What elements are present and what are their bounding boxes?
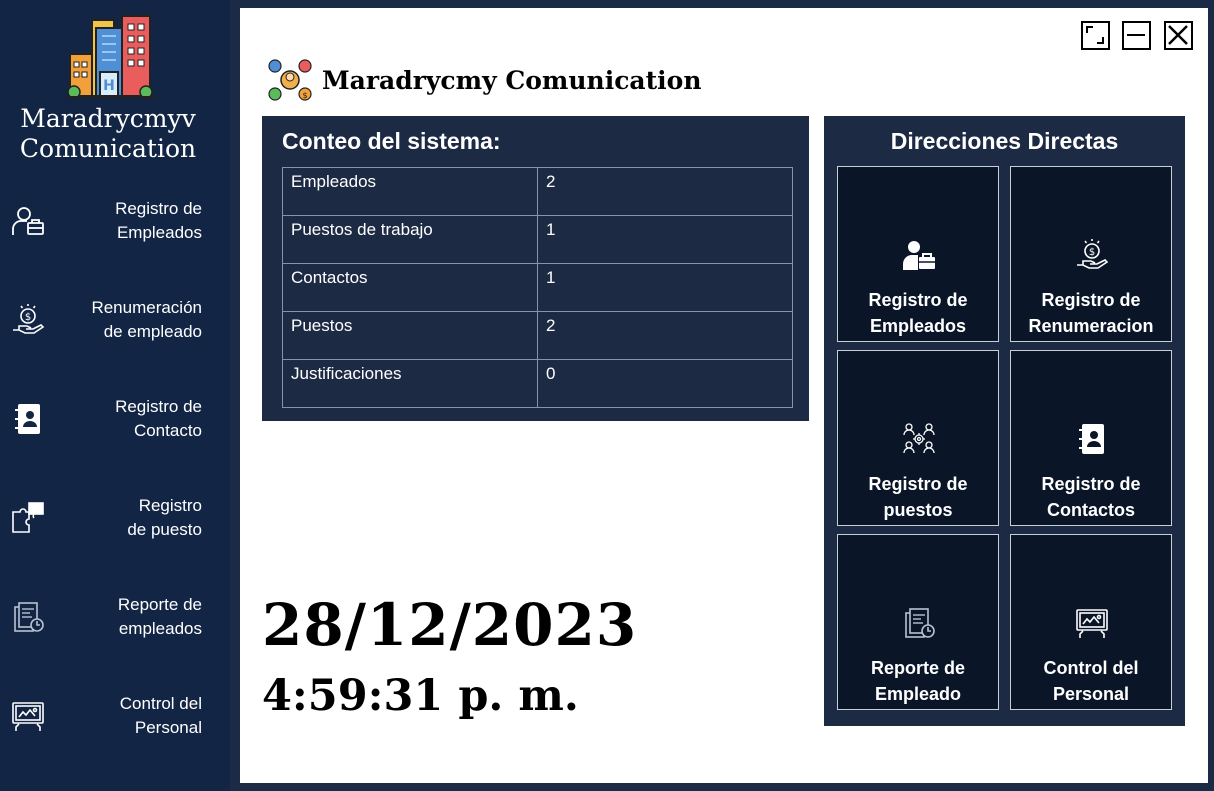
sidebar-item-label: Registro de Empleados (115, 199, 202, 242)
app-name: Maradrycmyv Comunication (0, 104, 216, 164)
maximize-icon (1086, 26, 1104, 44)
current-date: 28/12/2023 (262, 591, 638, 659)
main-panel: $ Maradrycmy Comunication Conteo del sis… (240, 8, 1208, 783)
svg-text:$: $ (302, 91, 307, 100)
team-communication-logo-icon: $ (268, 59, 312, 101)
system-count-table: Empleados 2 Puestos de trabajo 1 Contact… (282, 167, 793, 408)
table-row: Puestos de trabajo 1 (282, 215, 793, 264)
salary-hand-icon: $ (1077, 239, 1109, 269)
sidebar-item-registro-empleados[interactable]: Registro de Empleados (0, 181, 230, 261)
shortcut-label: Reporte de Empleado (870, 658, 966, 704)
shortcut-reporte-empleado[interactable]: Reporte de Empleado (837, 534, 999, 710)
sidebar-item-reporte-empleados[interactable]: Reporte de empleados (0, 577, 230, 657)
table-row: Puestos 2 (282, 311, 793, 360)
minimize-button[interactable] (1122, 21, 1151, 50)
sidebar: H Maradrycmyv Comunication Registro de E… (0, 0, 230, 791)
count-label: Justificaciones (282, 359, 538, 408)
report-icon (905, 608, 935, 638)
direct-links-title: Direcciones Directas (890, 128, 1119, 154)
table-row: Empleados 2 (282, 167, 793, 216)
shortcut-label: Registro de puestos (868, 474, 968, 520)
app-name-line2: Comunication (19, 134, 197, 163)
employee-briefcase-icon (903, 241, 935, 270)
table-row: Justificaciones 0 (282, 359, 793, 408)
table-row: Contactos 1 (282, 263, 793, 312)
count-value: 1 (537, 215, 793, 264)
count-value: 0 (537, 359, 793, 408)
city-buildings-logo-icon: H (66, 15, 156, 99)
sidebar-item-renumeracion[interactable]: $ Renumeración de empleado (0, 280, 230, 360)
system-count-title: Conteo del sistema: (282, 128, 501, 154)
count-value: 2 (537, 167, 793, 216)
count-value: 1 (537, 263, 793, 312)
close-icon (1168, 25, 1188, 45)
team-gear-icon (903, 423, 935, 454)
direct-links-panel: Direcciones Directas Registro de Emplead… (824, 116, 1185, 726)
current-time: 4:59:31 p. m. (262, 671, 579, 721)
contact-book-icon (1079, 424, 1104, 454)
sidebar-item-registro-puesto[interactable]: Registro de puesto (0, 478, 230, 558)
count-label: Puestos (282, 311, 538, 360)
shortcut-label: Registro de Renumeracion (1028, 290, 1154, 336)
sidebar-item-control-personal[interactable]: Control del Personal (0, 676, 230, 756)
sidebar-item-label: Registro de Contacto (115, 397, 202, 440)
shortcut-registro-contactos[interactable]: Registro de Contactos (1010, 350, 1172, 526)
count-label: Puestos de trabajo (282, 215, 538, 264)
shortcut-registro-renumeracion[interactable]: $ Registro de Renumeracion (1010, 166, 1172, 342)
shortcut-registro-puestos[interactable]: Registro de puestos (837, 350, 999, 526)
maximize-button[interactable] (1081, 21, 1110, 50)
minimize-icon (1127, 34, 1145, 36)
svg-text:$: $ (25, 312, 31, 323)
shortcut-label: Control del Personal (1043, 658, 1139, 704)
page-title: Maradrycmy Comunication (322, 66, 702, 95)
svg-text:H: H (103, 78, 115, 94)
monitor-control-icon (1076, 609, 1108, 638)
shortcut-registro-empleados[interactable]: Registro de Empleados (837, 166, 999, 342)
shortcut-control-personal[interactable]: Control del Personal (1010, 534, 1172, 710)
shortcut-label: Registro de Empleados (868, 290, 968, 336)
sidebar-item-label: Reporte de empleados (117, 595, 202, 638)
count-label: Contactos (282, 263, 538, 312)
count-value: 2 (537, 311, 793, 360)
shortcut-label: Registro de Contactos (1041, 474, 1141, 520)
count-label: Empleados (282, 167, 538, 216)
app-name-line1: Maradrycmyv (20, 104, 196, 133)
sidebar-item-registro-contacto[interactable]: Registro de Contacto (0, 379, 230, 459)
sidebar-item-label: Control del Personal (119, 694, 202, 737)
sidebar-item-label: Registro de puesto (127, 496, 202, 539)
close-button[interactable] (1164, 21, 1193, 50)
sidebar-item-label: Renumeración de empleado (91, 298, 202, 341)
svg-text:$: $ (1089, 247, 1095, 258)
system-count-panel: Conteo del sistema: Empleados 2 Puestos … (262, 116, 809, 421)
